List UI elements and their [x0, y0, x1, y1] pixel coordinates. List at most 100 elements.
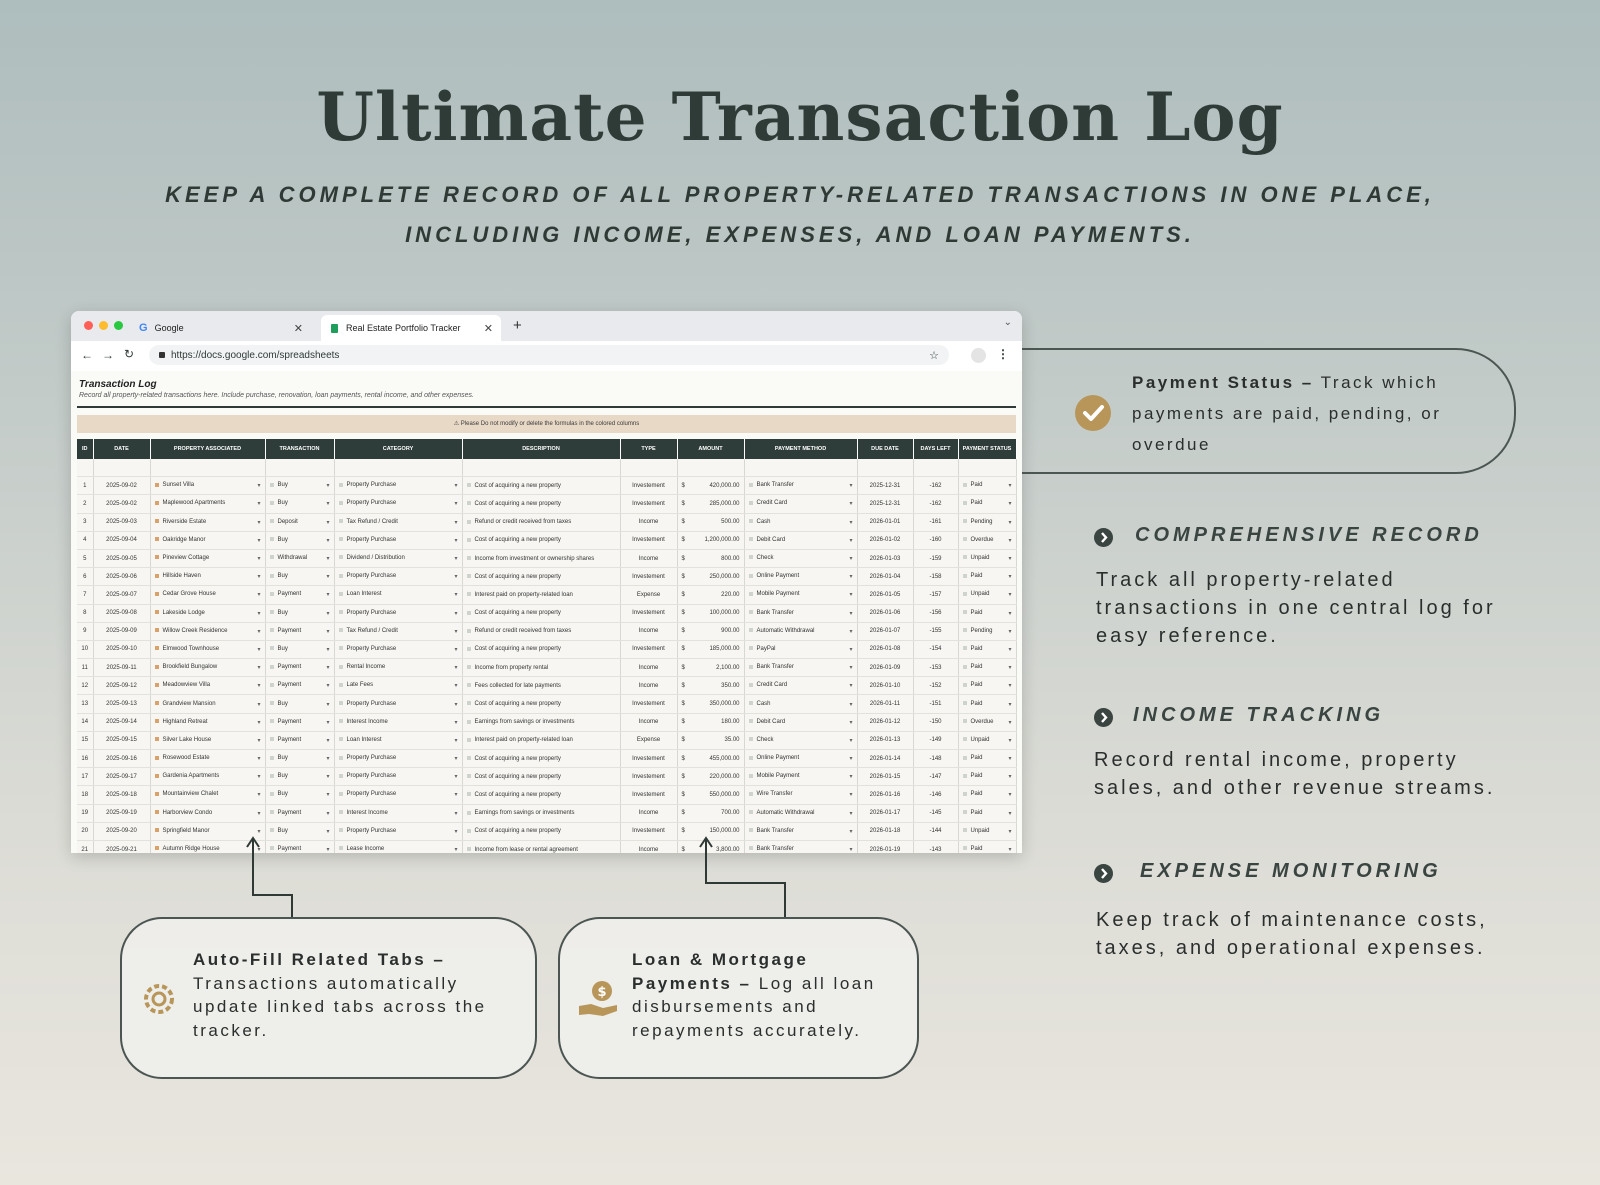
dropdown-arrow-icon[interactable]: ▾	[1008, 628, 1011, 635]
dropdown-arrow-icon[interactable]: ▾	[257, 682, 260, 689]
table-cell[interactable]: Online Payment ▾	[744, 749, 858, 769]
table-cell[interactable]: Buy ▾	[265, 531, 335, 550]
table-cell[interactable]: Cost of acquiring a new property	[462, 694, 621, 714]
table-cell[interactable]: Check ▾	[744, 731, 858, 751]
dropdown-arrow-icon[interactable]: ▾	[1008, 737, 1011, 744]
table-cell[interactable]: $800.00	[677, 549, 745, 569]
dropdown-arrow-icon[interactable]: ▾	[454, 591, 457, 598]
more-menu-icon[interactable]: ⋮	[997, 347, 1009, 361]
table-cell[interactable]: Cost of acquiring a new property	[462, 476, 621, 496]
dropdown-arrow-icon[interactable]: ▾	[849, 664, 852, 671]
table-cell[interactable]: Overdue ▾	[958, 531, 1017, 550]
dropdown-arrow-icon[interactable]: ▾	[849, 773, 852, 780]
dropdown-arrow-icon[interactable]: ▾	[257, 519, 260, 526]
table-cell[interactable]: Income	[620, 513, 678, 532]
table-cell[interactable]: -152	[913, 676, 959, 696]
dropdown-arrow-icon[interactable]: ▾	[1008, 537, 1011, 544]
dropdown-arrow-icon[interactable]: ▾	[849, 701, 852, 708]
table-cell[interactable]: -157	[913, 585, 959, 605]
table-cell[interactable]: 2025-09-08	[93, 604, 151, 623]
table-cell[interactable]: 2	[77, 494, 94, 514]
table-cell[interactable]: Withdrawal ▾	[265, 549, 335, 569]
table-cell[interactable]: 2025-09-09	[93, 622, 151, 641]
table-row[interactable]: 6 2025-09-06 Hillside Haven ▾ Buy ▾ Property P…	[77, 567, 1017, 587]
table-cell[interactable]: Cash ▾	[744, 513, 858, 532]
table-cell[interactable]: 2026-01-11	[857, 694, 914, 714]
dropdown-arrow-icon[interactable]: ▾	[849, 591, 852, 598]
table-cell[interactable]: Rosewood Estate ▾	[150, 749, 266, 769]
dropdown-arrow-icon[interactable]: ▾	[849, 519, 852, 526]
table-cell[interactable]: 5	[77, 549, 94, 569]
table-cell[interactable]: Cost of acquiring a new property	[462, 604, 621, 623]
table-cell[interactable]: 2025-09-15	[93, 731, 151, 751]
table-cell[interactable]: Elmwood Townhouse ▾	[150, 640, 266, 660]
table-cell[interactable]: Earnings from savings or investments	[462, 804, 621, 823]
table-cell[interactable]: Bank Transfer ▾	[744, 658, 858, 678]
table-cell[interactable]: Property Purchase ▾	[334, 476, 463, 496]
table-cell[interactable]: 2025-09-03	[93, 513, 151, 532]
table-cell[interactable]: Buy ▾	[265, 476, 335, 496]
table-cell[interactable]: -162	[913, 494, 959, 514]
table-cell[interactable]: Unpaid ▾	[958, 731, 1017, 751]
maximize-window-button[interactable]	[114, 321, 123, 330]
dropdown-arrow-icon[interactable]: ▾	[454, 682, 457, 689]
table-cell[interactable]: Mobile Payment ▾	[744, 585, 858, 605]
table-row[interactable]: 2 2025-09-02 Maplewood Apartments ▾ Buy ▾ Prop…	[77, 494, 1017, 514]
table-cell[interactable]: Credit Card ▾	[744, 494, 858, 514]
dropdown-arrow-icon[interactable]: ▾	[326, 719, 329, 726]
dropdown-arrow-icon[interactable]: ▾	[326, 664, 329, 671]
dropdown-arrow-icon[interactable]: ▾	[454, 573, 457, 580]
dropdown-arrow-icon[interactable]: ▾	[326, 773, 329, 780]
table-cell[interactable]: Pending ▾	[958, 513, 1017, 532]
dropdown-arrow-icon[interactable]: ▾	[257, 591, 260, 598]
table-cell[interactable]: -144	[913, 822, 959, 841]
table-cell[interactable]: Cost of acquiring a new property	[462, 531, 621, 550]
table-cell[interactable]: Investement	[620, 476, 678, 496]
column-header[interactable]: PROPERTY ASSOCIATED	[150, 439, 266, 459]
table-cell[interactable]: Debit Card ▾	[744, 531, 858, 550]
table-cell[interactable]: 2025-09-10	[93, 640, 151, 660]
table-cell[interactable]: 2025-09-04	[93, 531, 151, 550]
dropdown-arrow-icon[interactable]: ▾	[1008, 810, 1011, 817]
table-cell[interactable]: 2026-01-04	[857, 567, 914, 587]
table-cell[interactable]: $35.00	[677, 731, 745, 751]
table-cell[interactable]: Property Purchase ▾	[334, 531, 463, 550]
table-cell[interactable]: Automatic Withdrawal ▾	[744, 622, 858, 641]
table-cell[interactable]: 11	[77, 658, 94, 678]
dropdown-arrow-icon[interactable]: ▾	[257, 628, 260, 635]
table-cell[interactable]: Property Purchase ▾	[334, 640, 463, 660]
table-cell[interactable]: Investement	[620, 767, 678, 787]
table-cell[interactable]: Bank Transfer ▾	[744, 604, 858, 623]
tab-google[interactable]: G Google ✕	[136, 315, 311, 341]
table-cell[interactable]: 2025-09-16	[93, 749, 151, 769]
dropdown-arrow-icon[interactable]: ▾	[326, 755, 329, 762]
table-cell[interactable]: 3	[77, 513, 94, 532]
table-cell[interactable]: 14	[77, 713, 94, 732]
table-cell[interactable]: Property Purchase ▾	[334, 767, 463, 787]
table-cell[interactable]: Online Payment ▾	[744, 567, 858, 587]
star-icon[interactable]: ☆	[929, 349, 939, 362]
table-cell[interactable]: Buy ▾	[265, 640, 335, 660]
table-cell[interactable]: $900.00	[677, 622, 745, 641]
table-cell[interactable]: Highland Retreat ▾	[150, 713, 266, 732]
table-cell[interactable]: 2026-01-03	[857, 549, 914, 569]
forward-icon[interactable]: →	[102, 348, 114, 362]
table-row[interactable]: 5 2025-09-05 Pineview Cottage ▾ Withdrawal ▾ D…	[77, 549, 1017, 569]
table-cell[interactable]: Refund or credit received from taxes	[462, 622, 621, 641]
table-cell[interactable]: Payment ▾	[265, 676, 335, 696]
dropdown-arrow-icon[interactable]: ▾	[257, 755, 260, 762]
dropdown-arrow-icon[interactable]: ▾	[1008, 610, 1011, 617]
table-cell[interactable]: Mountainview Chalet ▾	[150, 785, 266, 805]
dropdown-arrow-icon[interactable]: ▾	[326, 555, 329, 562]
table-cell[interactable]: Paid ▾	[958, 494, 1017, 514]
dropdown-arrow-icon[interactable]: ▾	[326, 737, 329, 744]
table-cell[interactable]: -159	[913, 549, 959, 569]
table-cell[interactable]: 2026-01-10	[857, 676, 914, 696]
table-cell[interactable]: Interest paid on property-related loan	[462, 585, 621, 605]
table-cell[interactable]: 2025-09-18	[93, 785, 151, 805]
table-cell[interactable]: Property Purchase ▾	[334, 749, 463, 769]
dropdown-arrow-icon[interactable]: ▾	[326, 682, 329, 689]
table-cell[interactable]: 2025-09-17	[93, 767, 151, 787]
dropdown-arrow-icon[interactable]: ▾	[1008, 591, 1011, 598]
table-cell[interactable]: Buy ▾	[265, 567, 335, 587]
